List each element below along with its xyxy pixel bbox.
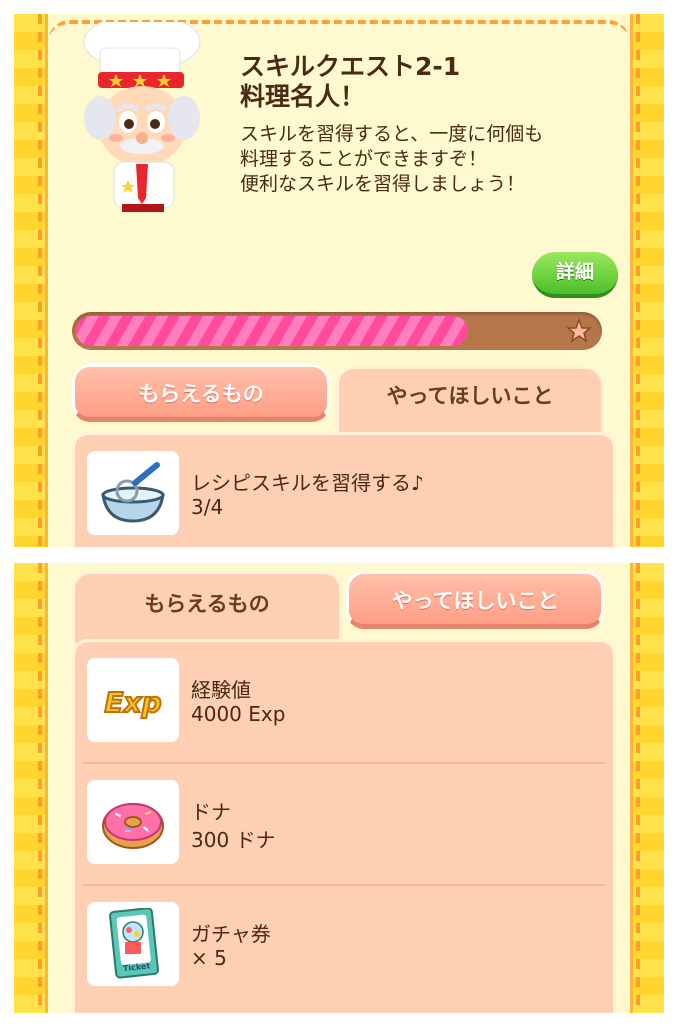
reward-card: もらえるもの やってほしいこと Exp 経験値 4000 Exp ドナ 300 … <box>48 563 630 1013</box>
task-name: レシピスキルを習得する♪ <box>191 471 424 495</box>
tab-requests[interactable]: やってほしいこと <box>336 366 604 436</box>
quest-title: スキルクエスト2-1 料理名人！ <box>240 52 461 111</box>
tab-rewards[interactable]: もらえるもの <box>72 571 342 643</box>
exp-icon-text: Exp <box>104 686 161 719</box>
reward-list: Exp 経験値 4000 Exp ドナ 300 ドナ Ticket ガチャ券 ×… <box>72 639 616 1013</box>
reward-thumbnail: Exp <box>87 658 179 742</box>
tab-rewards[interactable]: もらえるもの <box>72 364 330 422</box>
reward-name: 経験値 <box>191 678 251 702</box>
quest-progress-bar <box>72 312 602 350</box>
reward-thumbnail: Ticket <box>87 902 179 986</box>
chef-avatar-icon <box>83 22 201 212</box>
frame-right <box>630 563 664 1013</box>
frame-left <box>14 14 48 547</box>
list-item: レシピスキルを習得する♪ 3/4 <box>75 435 613 547</box>
list-item: Ticket ガチャ券 × 5 <box>75 886 613 1008</box>
quest-description: スキルを習得すると、一度に何個も 料理することができますぞ！ 便利なスキルを習得… <box>240 123 544 195</box>
quest-panel-top: スキルクエスト2-1 料理名人！ スキルを習得すると、一度に何個も 料理すること… <box>14 14 664 547</box>
reward-amount: 4000 Exp <box>191 702 286 726</box>
quest-card: スキルクエスト2-1 料理名人！ スキルを習得すると、一度に何個も 料理すること… <box>48 20 630 547</box>
quest-panel-bottom: もらえるもの やってほしいこと Exp 経験値 4000 Exp ドナ 300 … <box>14 563 664 1013</box>
gacha-ticket-icon: Ticket <box>109 908 159 979</box>
list-item: ドナ 300 ドナ <box>75 764 613 886</box>
frame-left <box>14 563 48 1013</box>
reward-thumbnail <box>87 780 179 864</box>
reward-amount: × 5 <box>191 946 227 970</box>
star-icon <box>566 318 592 343</box>
detail-button[interactable]: 詳細 <box>532 252 618 298</box>
tab-requests[interactable]: やってほしいこと <box>346 571 604 629</box>
frame-right <box>630 14 664 547</box>
reward-amount: 300 ドナ <box>191 828 276 852</box>
reward-name: ガチャ券 <box>191 922 271 946</box>
task-thumbnail <box>87 451 179 535</box>
task-progress: 3/4 <box>191 495 224 519</box>
reward-name: ドナ <box>191 800 231 824</box>
donut-icon <box>102 803 164 849</box>
list-item: Exp 経験値 4000 Exp <box>75 642 613 764</box>
task-list: レシピスキルを習得する♪ 3/4 <box>72 432 616 547</box>
exp-icon: Exp <box>103 685 162 720</box>
progress-fill <box>76 316 468 346</box>
whisk-bowl-icon <box>101 462 165 523</box>
